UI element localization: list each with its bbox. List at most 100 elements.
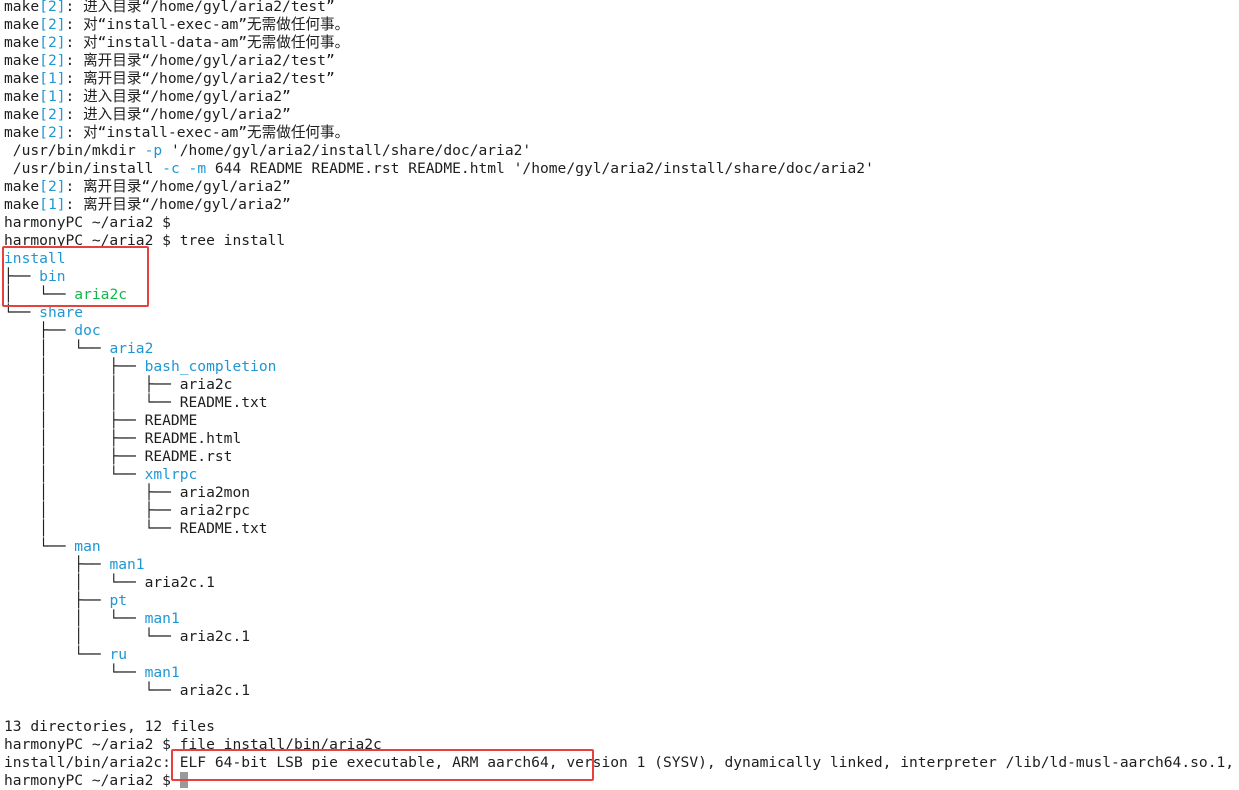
terminal-line: make[2]: 离开目录“/home/gyl/aria2/test” bbox=[4, 52, 335, 70]
terminal-line: │ │ ├── aria2c bbox=[4, 376, 232, 394]
terminal-text-segment: │ └── aria2c.1 bbox=[4, 574, 215, 591]
terminal-text-segment: : 离开目录“/home/gyl/aria2” bbox=[65, 196, 291, 213]
terminal-line: └── ru bbox=[4, 646, 127, 664]
terminal-text-segment: make bbox=[4, 34, 40, 51]
terminal-text-segment: └── bbox=[4, 304, 40, 321]
terminal-line: │ ├── bash_completion bbox=[4, 358, 276, 376]
terminal-line: make[2]: 对“install-exec-am”无需做任何事。 bbox=[4, 16, 349, 34]
terminal-line: make[2]: 对“install-data-am”无需做任何事。 bbox=[4, 34, 349, 52]
terminal-text-segment: ru bbox=[109, 646, 128, 663]
terminal-line: │ └── aria2 bbox=[4, 340, 153, 358]
terminal-text-segment: [2] bbox=[39, 178, 66, 195]
terminal-text-segment: make bbox=[4, 52, 40, 69]
terminal-text-segment: : 离开目录“/home/gyl/aria2/test” bbox=[65, 70, 335, 87]
terminal-text-segment: /usr/bin/install bbox=[4, 160, 163, 177]
terminal-text-segment: │ ├── bbox=[4, 358, 145, 375]
terminal-text-segment: -c bbox=[162, 160, 180, 177]
terminal-text-segment: ├── bbox=[4, 268, 40, 285]
terminal-text-segment: man1 bbox=[109, 556, 145, 573]
terminal-line: harmonyPC ~/aria2 $ bbox=[4, 772, 188, 790]
terminal-text-segment: make bbox=[4, 88, 40, 105]
terminal-text-segment: make bbox=[4, 106, 40, 123]
terminal-text-segment: │ ├── README.rst bbox=[4, 448, 233, 465]
terminal-text-segment: harmonyPC ~/aria2 $ bbox=[4, 214, 171, 231]
terminal-line: make[2]: 对“install-exec-am”无需做任何事。 bbox=[4, 124, 349, 142]
terminal-text-segment: ├── bbox=[4, 322, 75, 339]
terminal-text-segment: make bbox=[4, 178, 40, 195]
terminal-line: │ ├── aria2mon bbox=[4, 484, 250, 502]
terminal-text-segment: 644 README README.rst README.html '/home… bbox=[206, 160, 874, 177]
terminal-text-segment: [2] bbox=[39, 34, 66, 51]
terminal-text-segment: : 离开目录“/home/gyl/aria2” bbox=[65, 178, 291, 195]
terminal-text-segment: man bbox=[74, 538, 101, 555]
terminal-line: │ ├── README bbox=[4, 412, 197, 430]
terminal-line: make[1]: 离开目录“/home/gyl/aria2/test” bbox=[4, 70, 335, 88]
terminal-text-segment: make bbox=[4, 124, 40, 141]
terminal-line: │ └── man1 bbox=[4, 610, 179, 628]
terminal-text-segment: └── bbox=[4, 538, 75, 555]
terminal-line: make[1]: 进入目录“/home/gyl/aria2” bbox=[4, 88, 291, 106]
terminal-text-segment: -p bbox=[144, 142, 163, 159]
terminal-text-segment: [2] bbox=[39, 16, 66, 33]
terminal-line: │ ├── README.rst bbox=[4, 448, 232, 466]
terminal-text-segment: harmonyPC ~/aria2 $ file install/bin/ari… bbox=[4, 736, 382, 753]
terminal-line: ├── pt bbox=[4, 592, 127, 610]
terminal-text-segment: 13 directories, 12 files bbox=[4, 718, 215, 735]
terminal-line: install bbox=[4, 250, 66, 268]
terminal-text-segment: xmlrpc bbox=[144, 466, 198, 483]
terminal-text-segment: doc bbox=[74, 322, 101, 339]
terminal-line: /usr/bin/mkdir -p '/home/gyl/aria2/insta… bbox=[4, 142, 531, 160]
terminal-line: └── man1 bbox=[4, 664, 180, 682]
terminal-line: /usr/bin/install -c -m 644 README README… bbox=[4, 160, 874, 178]
terminal-line: │ └── README.txt bbox=[4, 520, 268, 538]
terminal-text-segment: bash_completion bbox=[144, 358, 277, 375]
terminal-text-segment: aria2c bbox=[74, 286, 128, 303]
terminal-line: ├── man1 bbox=[4, 556, 145, 574]
terminal-text-segment: harmonyPC ~/aria2 $ tree install bbox=[4, 232, 286, 249]
terminal-text-segment: │ └── bbox=[4, 466, 145, 483]
terminal-line: │ ├── README.html bbox=[4, 430, 241, 448]
terminal-line: │ └── xmlrpc bbox=[4, 466, 197, 484]
terminal-line: └── man bbox=[4, 538, 101, 556]
terminal-text-segment: ├── bbox=[4, 592, 110, 609]
terminal-text-segment: [1] bbox=[39, 88, 66, 105]
terminal-text-segment: make bbox=[4, 16, 40, 33]
terminal-line: ├── doc bbox=[4, 322, 101, 340]
terminal-text-segment: │ └── README.txt bbox=[4, 520, 268, 537]
terminal-text-segment: │ └── bbox=[4, 610, 145, 627]
terminal-text-segment: : 对“install-exec-am”无需做任何事。 bbox=[65, 16, 350, 33]
terminal-text-segment: [1] bbox=[39, 70, 66, 87]
terminal-line: │ └── aria2c.1 bbox=[4, 628, 250, 646]
terminal-text-segment: : 对“install-data-am”无需做任何事。 bbox=[65, 34, 350, 51]
terminal-text-segment: ├── bbox=[4, 556, 110, 573]
terminal-text-segment: aria2 bbox=[109, 340, 154, 357]
terminal-line: └── share bbox=[4, 304, 83, 322]
terminal-line: make[2]: 进入目录“/home/gyl/aria2” bbox=[4, 106, 291, 124]
terminal-text-segment: man1 bbox=[144, 664, 180, 681]
terminal-text-segment: └── aria2c.1 bbox=[4, 682, 251, 699]
terminal-text-segment: : 进入目录“/home/gyl/aria2” bbox=[65, 88, 291, 105]
terminal-line: │ ├── aria2rpc bbox=[4, 502, 250, 520]
terminal-text-segment: harmonyPC ~/aria2 $ bbox=[4, 772, 180, 789]
terminal-line: make[1]: 离开目录“/home/gyl/aria2” bbox=[4, 196, 291, 214]
terminal-text-segment: make bbox=[4, 70, 40, 87]
terminal-text-segment: │ │ ├── aria2c bbox=[4, 376, 233, 393]
terminal-cursor[interactable] bbox=[179, 772, 188, 788]
terminal-line: ├── bin bbox=[4, 268, 66, 286]
terminal-text-segment: [2] bbox=[39, 106, 66, 123]
terminal-line: 13 directories, 12 files bbox=[4, 718, 215, 736]
terminal-text-segment: : 进入目录“/home/gyl/aria2/test” bbox=[65, 0, 335, 15]
terminal-text-segment: : 离开目录“/home/gyl/aria2/test” bbox=[65, 52, 335, 69]
terminal-text-segment: -m bbox=[188, 160, 207, 177]
terminal-text-segment: │ └── bbox=[4, 340, 110, 357]
terminal-window[interactable]: make[2]: 进入目录“/home/gyl/aria2/test” make[… bbox=[0, 0, 1239, 790]
terminal-line: make[2]: 离开目录“/home/gyl/aria2” bbox=[4, 178, 291, 196]
terminal-line: make[2]: 进入目录“/home/gyl/aria2/test” bbox=[4, 0, 335, 16]
terminal-text-segment: share bbox=[39, 304, 84, 321]
terminal-text-segment: [2] bbox=[39, 124, 66, 141]
terminal-text-segment: install/bin/aria2c: ELF 64-bit LSB pie e… bbox=[4, 754, 1239, 771]
terminal-text-segment: bin bbox=[39, 268, 66, 285]
terminal-line: │ │ └── README.txt bbox=[4, 394, 267, 412]
terminal-text-segment: make bbox=[4, 196, 40, 213]
